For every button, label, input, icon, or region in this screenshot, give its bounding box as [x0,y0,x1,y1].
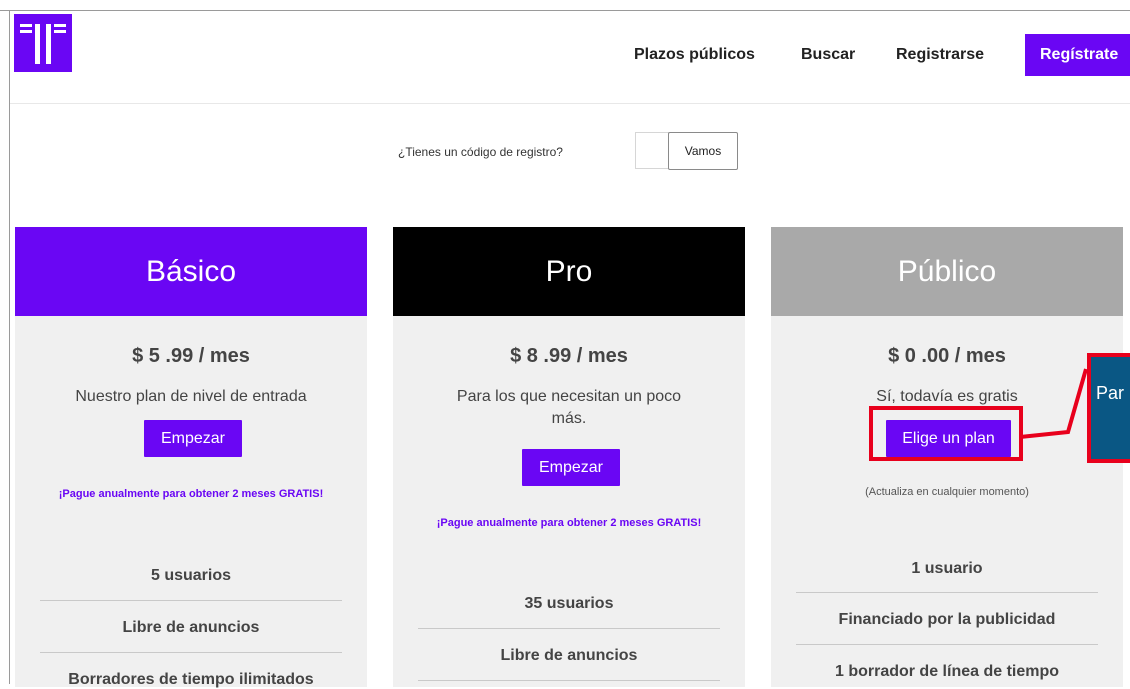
window-top-border [0,10,1130,11]
feature-divider [796,592,1098,593]
plan-card-pro: Pro $ 8 .99 / mes Para los que necesitan… [393,227,745,687]
annotation-connector [1020,368,1088,439]
guide-tooltip[interactable]: Par [1091,357,1130,459]
feature-ad-free: Libre de anuncios [122,619,260,636]
plan-title: Público [771,227,1123,316]
start-button[interactable]: Empezar [144,420,242,457]
feature-divider [796,644,1098,645]
plan-title: Pro [393,227,745,316]
feature-divider [418,628,720,629]
annual-promo: ¡Pague anualmente para obtener 2 meses G… [436,517,702,529]
feature-users: 35 usuarios [524,595,614,612]
registration-code-label: ¿Tienes un código de registro? [398,145,563,159]
feature-drafts: Borradores de tiempo ilimitados [68,671,314,688]
registration-submit-button[interactable]: Vamos [668,132,738,170]
feature-divider [40,652,342,653]
window-left-border [9,10,10,684]
feature-divider [40,600,342,601]
brand-logo-icon[interactable] [14,14,72,72]
registration-code-input[interactable] [635,132,669,169]
feature-ads: Financiado por la publicidad [838,611,1056,628]
feature-divider [418,680,720,681]
plan-card-basico: Básico $ 5 .99 / mes Nuestro plan de niv… [15,227,367,688]
feature-users: 1 usuario [911,560,983,577]
header-divider [10,103,1130,104]
feature-users: 5 usuarios [150,567,232,584]
plan-price: $ 8 .99 / mes [510,345,628,367]
upgrade-note: (Actualiza en cualquier momento) [865,486,1029,498]
register-cta-button[interactable]: Regístrate [1025,34,1130,76]
nav-plazos-publicos[interactable]: Plazos públicos [634,46,755,64]
nav-registrarse[interactable]: Registrarse [896,46,984,64]
feature-drafts: 1 borrador de línea de tiempo [834,663,1060,680]
choose-plan-highlight [869,406,1023,461]
plan-title: Básico [15,227,367,316]
plan-tagline: Nuestro plan de nivel de entrada [75,388,307,405]
start-button[interactable]: Empezar [522,449,620,486]
feature-ad-free: Libre de anuncios [500,647,638,664]
nav-buscar[interactable]: Buscar [801,46,855,64]
annual-promo: ¡Pague anualmente para obtener 2 meses G… [58,488,324,500]
plan-tagline: Para los que necesitan un poco más. [456,388,682,427]
plan-price: $ 5 .99 / mes [132,345,250,367]
